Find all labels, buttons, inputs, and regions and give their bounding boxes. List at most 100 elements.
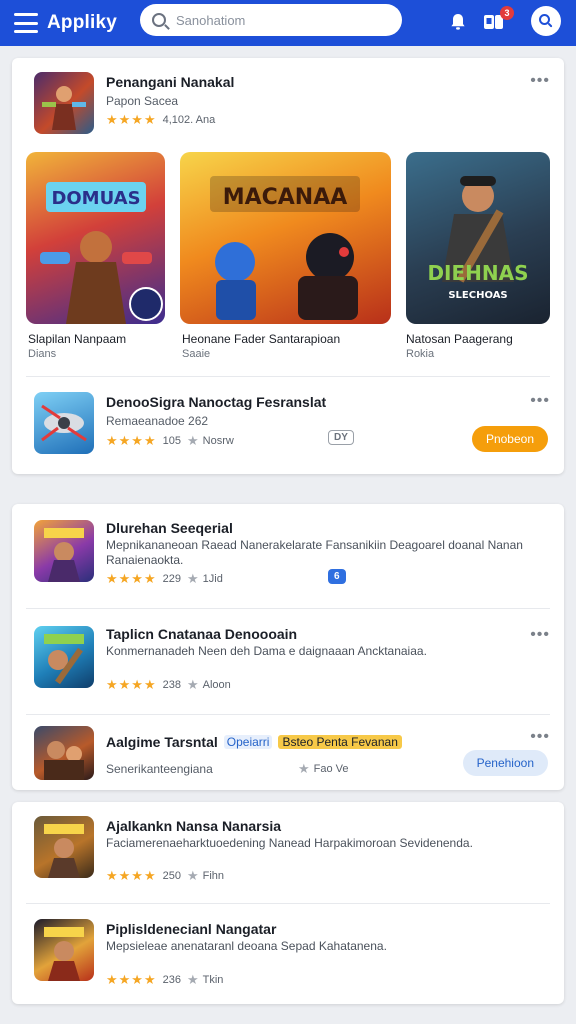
divider	[26, 376, 550, 377]
list-item[interactable]: Piplisldenecianl Nangatar Mepsieleae ane…	[12, 905, 564, 1004]
star-rating-icon: ★★★★	[106, 112, 157, 127]
app-name-row: Aalgime Tarsntal Opeiarri Bsteo Penta Fe…	[106, 734, 402, 750]
age-rating-tag: DY	[328, 430, 354, 445]
app-name: Taplicn Cnatanaa Denoooain	[106, 626, 298, 642]
download-count: Aloon	[202, 679, 231, 691]
star-rating-icon: ★★★★	[106, 972, 157, 987]
inbox-icon[interactable]: 3	[480, 6, 514, 36]
downloads-icon: ★	[186, 868, 199, 883]
download-count: Nosrw	[202, 435, 234, 447]
rating-count: 250	[162, 870, 181, 882]
more-options-icon[interactable]: •••	[530, 729, 550, 745]
rating: ★★★★ 250 ★ Fihn	[106, 868, 224, 884]
downloads-icon: ★	[186, 571, 199, 586]
divider	[26, 608, 550, 609]
app-description: Faciamerenaeharktuoedening Nanead Harpak…	[106, 836, 473, 850]
list-item[interactable]: Ajalkankn Nansa Nanarsia Faciamerenaehar…	[12, 802, 564, 902]
star-rating-icon: ★★★★	[106, 677, 157, 692]
app-list-card-2: Ajalkankn Nansa Nanarsia Faciamerenaehar…	[12, 802, 564, 1004]
more-options-icon[interactable]: •••	[530, 73, 550, 89]
age-rating-tag: 6	[328, 569, 346, 584]
download-count: Fao Ve	[313, 763, 349, 775]
downloads-icon: ★	[186, 677, 199, 692]
featured-tile-3[interactable]: DIEHNAS SLECHOAS	[406, 152, 550, 324]
notifications-bell-icon[interactable]	[444, 8, 472, 36]
profile-search-button[interactable]	[531, 6, 561, 36]
tile-art-text: SLECHOAS	[448, 290, 507, 301]
download-count: 1Jid	[202, 573, 223, 585]
download-count: Fihn	[202, 870, 225, 882]
rating: ★★★★ 105 ★ Nosrw	[106, 433, 234, 449]
app-thumbnail	[34, 626, 94, 688]
app-thumbnail	[34, 919, 94, 981]
downloads-icon: ★	[186, 433, 199, 448]
app-name: Penangani Nanakal	[106, 74, 235, 90]
divider	[26, 714, 550, 715]
rating-count: 229	[162, 573, 181, 585]
app-name: Piplisldenecianl Nangatar	[106, 921, 277, 937]
promo-badge: Bsteo Penta Fevanan	[278, 735, 402, 749]
app-title: Appliky	[47, 12, 118, 33]
downloads-icon: ★	[186, 972, 199, 987]
rating-count: 105	[162, 435, 181, 447]
app-description: Mepsieleae anenataranl deoana Sepad Kaha…	[106, 939, 387, 953]
featured-tile-2[interactable]: MACANAA	[180, 152, 391, 324]
tile-title: Slapilan Nanpaam	[28, 332, 127, 346]
tile-title: Natosan Paagerang	[406, 332, 513, 346]
app-description: Konmernanadeh Neen deh Dama e daignaaan …	[106, 644, 427, 658]
list-item[interactable]: Dlurehan Seeqerial Mepnikananeoan Raead …	[12, 504, 564, 608]
star-rating-icon: ★★★★	[106, 433, 157, 448]
tile-subtitle: Dians	[28, 348, 57, 360]
search-icon	[152, 13, 166, 27]
tile-art-text: DIEHNAS	[427, 261, 528, 285]
install-button[interactable]: Penehioon	[462, 750, 548, 776]
tile-subtitle: Saaie	[182, 348, 211, 360]
magnifier-icon	[539, 14, 553, 28]
app-list-card: Dlurehan Seeqerial Mepnikananeoan Raead …	[12, 504, 564, 790]
app-thumbnail	[34, 726, 94, 780]
featured-tile-1[interactable]: DOMUAS	[26, 152, 165, 324]
download-count: Tkin	[202, 974, 224, 986]
star-rating-icon: ★★★★	[106, 571, 157, 586]
tile-title: Heonane Fader Santarapioan	[182, 332, 341, 346]
tile-art-text: MACANAA	[223, 185, 348, 210]
rating: ★★★★ 229 ★ 1Jid	[106, 571, 223, 587]
app-name: DenooSigra Nanoctag Fesranslat	[106, 394, 327, 410]
app-name: Dlurehan Seeqerial	[106, 520, 233, 536]
featured-bottom-app-row[interactable]: DenooSigra Nanoctag Fesranslat Remaeanad…	[12, 378, 564, 474]
list-item[interactable]: Taplicn Cnatanaa Denoooain Konmernanadeh…	[12, 610, 564, 714]
category-badge: Opeiarri	[223, 735, 273, 749]
top-app-bar: Appliky 3	[0, 0, 576, 46]
tile-subtitle: Rokia	[406, 348, 435, 360]
app-name: Ajalkankn Nansa Nanarsia	[106, 818, 282, 834]
app-thumbnail	[34, 520, 94, 582]
more-options-icon[interactable]: •••	[530, 627, 550, 643]
downloads-icon: ★	[298, 761, 310, 776]
tile-art-text: DOMUAS	[51, 188, 140, 209]
search-input[interactable]	[176, 12, 386, 28]
rating: ★ Fao Ve	[298, 761, 349, 777]
app-description: Mepnikananeoan Raead Nanerakelarate Fans…	[106, 538, 523, 567]
app-developer: Senerikanteengiana	[106, 762, 213, 776]
rating-count: 4,102. Ana	[162, 114, 216, 126]
rating: ★★★★ 236 ★ Tkin	[106, 972, 223, 988]
install-button[interactable]: Pnobeon	[471, 426, 548, 452]
rating: ★★★★ 4,102. Ana	[106, 112, 215, 128]
app-name: Aalgime Tarsntal	[106, 734, 218, 750]
divider	[26, 903, 550, 904]
star-rating-icon: ★★★★	[106, 868, 157, 883]
rating: ★★★★ 238 ★ Aloon	[106, 677, 231, 693]
list-item[interactable]: Aalgime Tarsntal Opeiarri Bsteo Penta Fe…	[12, 716, 564, 790]
featured-card: Penangani Nanakal Papon Sacea ★★★★ 4,102…	[12, 58, 564, 474]
app-thumbnail	[34, 72, 94, 134]
notification-count-badge: 3	[500, 6, 514, 20]
rating-count: 238	[162, 679, 181, 691]
search-bar[interactable]	[140, 4, 402, 36]
app-developer: Remaeanadoe 262	[106, 414, 209, 428]
featured-top-app-row[interactable]: Penangani Nanakal Papon Sacea ★★★★ 4,102…	[12, 58, 564, 138]
app-thumbnail	[34, 816, 94, 878]
rating-count: 236	[162, 974, 181, 986]
more-options-icon[interactable]: •••	[530, 393, 550, 409]
app-developer: Papon Sacea	[106, 94, 179, 108]
hamburger-menu-icon[interactable]	[14, 13, 38, 33]
